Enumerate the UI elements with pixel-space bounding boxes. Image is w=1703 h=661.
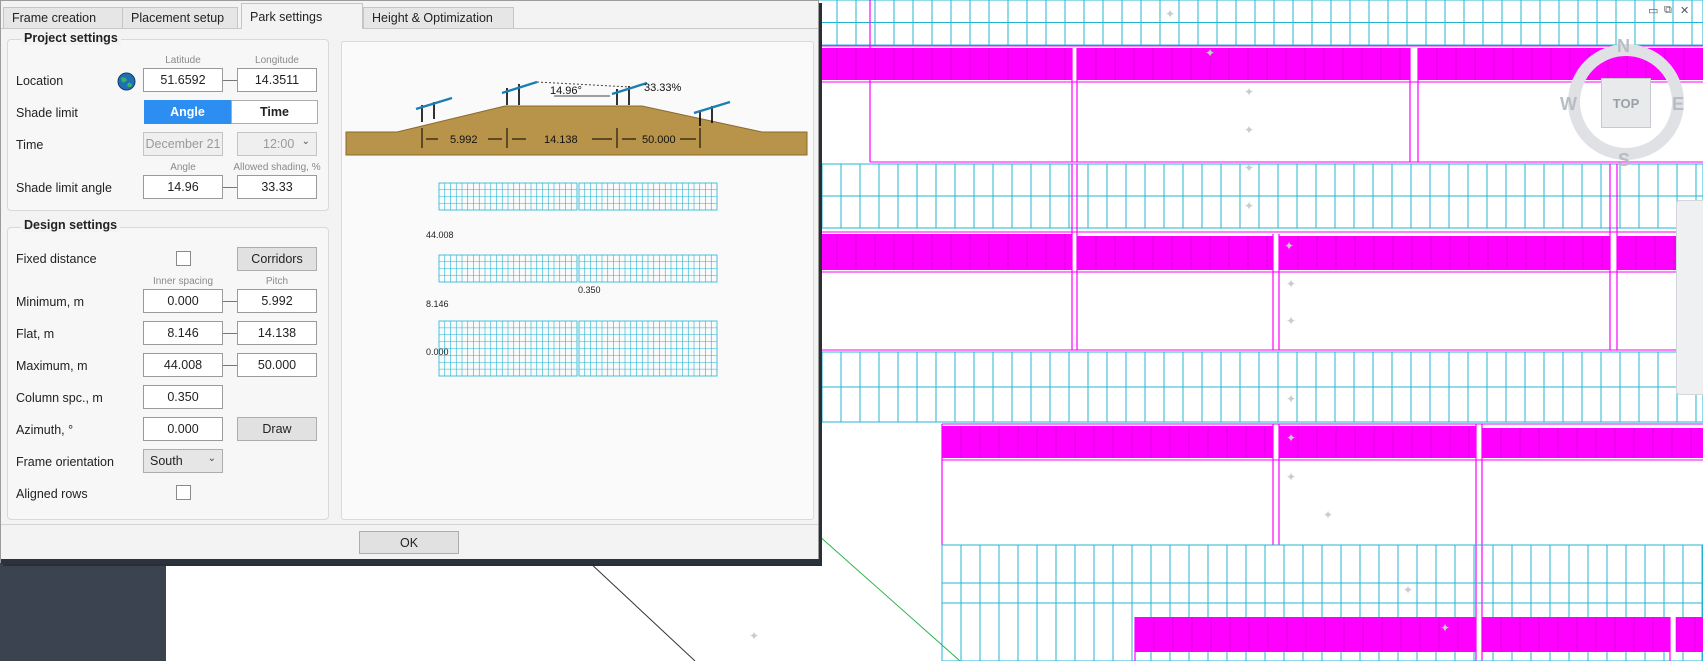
longitude-caption: Longitude bbox=[255, 55, 299, 66]
ok-button[interactable]: OK bbox=[359, 531, 459, 554]
azimuth-input[interactable]: 0.000 bbox=[143, 417, 223, 441]
viewcube-west[interactable]: W bbox=[1560, 94, 1577, 115]
tab-strip: Frame creation Placement setup Park sett… bbox=[1, 1, 818, 29]
separator bbox=[223, 80, 237, 81]
inner-spacing-caption: Inner spacing bbox=[152, 276, 214, 287]
angle-annotation: 14.96° bbox=[550, 85, 582, 97]
shade-angle-input[interactable]: 14.96 bbox=[143, 175, 223, 199]
svg-text:✦: ✦ bbox=[1284, 239, 1294, 253]
column-spacing-input[interactable]: 0.350 bbox=[143, 385, 223, 409]
svg-text:✦: ✦ bbox=[1286, 277, 1296, 291]
dimension-3: 50.000 bbox=[642, 134, 676, 146]
column-spacing-label: Column spc., m bbox=[16, 391, 103, 405]
viewcube-south[interactable]: S bbox=[1618, 150, 1630, 171]
shade-angle-toggle[interactable]: Angle bbox=[144, 100, 231, 124]
time-value: 12:00 bbox=[263, 137, 295, 151]
svg-text:✦: ✦ bbox=[1244, 85, 1254, 99]
max-pitch-input[interactable]: 50.000 bbox=[237, 353, 317, 377]
dialog-footer: OK bbox=[1, 524, 818, 559]
date-input[interactable]: December 21 bbox=[143, 132, 223, 156]
allowed-shading-input[interactable]: 33.33 bbox=[237, 175, 317, 199]
svg-text:✦: ✦ bbox=[1244, 123, 1254, 137]
project-settings-title: Project settings bbox=[21, 31, 121, 45]
svg-text:✦: ✦ bbox=[1323, 508, 1333, 522]
svg-text:✦: ✦ bbox=[1244, 199, 1254, 213]
svg-text:✦: ✦ bbox=[1286, 431, 1296, 445]
time-select[interactable]: 12:00 ⌄ bbox=[237, 132, 317, 156]
viewcube-east[interactable]: E bbox=[1672, 94, 1684, 115]
percent-annotation: 33.33% bbox=[644, 82, 682, 94]
restore-icon[interactable]: ⧉ bbox=[1664, 4, 1672, 17]
row-spacing-label-3: 8.146 bbox=[426, 299, 449, 309]
dimension-2: 14.138 bbox=[544, 134, 578, 146]
design-settings-title: Design settings bbox=[21, 218, 121, 232]
location-label: Location bbox=[16, 74, 64, 88]
viewcube-top[interactable]: TOP bbox=[1601, 78, 1651, 128]
max-inner-input[interactable]: 44.008 bbox=[143, 353, 223, 377]
globe-icon[interactable] bbox=[117, 72, 136, 91]
draw-button[interactable]: Draw bbox=[237, 417, 317, 441]
svg-text:✦: ✦ bbox=[749, 629, 759, 643]
min-inner-input[interactable]: 0.000 bbox=[143, 289, 223, 313]
park-settings-dialog: Frame creation Placement setup Park sett… bbox=[0, 0, 820, 564]
minimize-icon[interactable]: ▭ bbox=[1648, 4, 1658, 17]
corridors-button[interactable]: Corridors bbox=[237, 247, 317, 271]
shade-limit-angle-label: Shade limit angle bbox=[16, 181, 112, 195]
svg-text:✦: ✦ bbox=[1205, 46, 1215, 60]
terrain-shape bbox=[345, 105, 808, 156]
minimum-label: Minimum, m bbox=[16, 295, 85, 309]
pitch-caption: Pitch bbox=[265, 276, 289, 287]
shade-limit-label: Shade limit bbox=[16, 106, 78, 120]
allowed-shading-caption: Allowed shading, % bbox=[233, 162, 321, 173]
separator bbox=[223, 365, 237, 366]
angle-caption: Angle bbox=[170, 162, 196, 173]
row-spacing-label-2: 0.350 bbox=[578, 285, 601, 295]
frame-orientation-select[interactable]: South ⌄ bbox=[143, 449, 223, 473]
svg-text:✦: ✦ bbox=[1286, 470, 1296, 484]
flat-inner-input[interactable]: 8.146 bbox=[143, 321, 223, 345]
min-pitch-input[interactable]: 5.992 bbox=[237, 289, 317, 313]
chevron-down-icon: ⌄ bbox=[207, 453, 216, 464]
tab-frame-creation[interactable]: Frame creation bbox=[3, 7, 123, 28]
tab-park-settings[interactable]: Park settings bbox=[241, 3, 363, 29]
viewcube-north[interactable]: N bbox=[1617, 36, 1630, 57]
tab-placement-setup[interactable]: Placement setup bbox=[122, 7, 238, 28]
fixed-distance-label: Fixed distance bbox=[16, 252, 97, 266]
separator bbox=[223, 301, 237, 302]
svg-text:✦: ✦ bbox=[1165, 7, 1175, 21]
maximum-label: Maximum, m bbox=[16, 359, 88, 373]
svg-text:✦: ✦ bbox=[1286, 314, 1296, 328]
frame-orientation-value: South bbox=[150, 454, 183, 468]
preview-panel: 14.96° 33.33% 5.992 14.138 50.000 44.008… bbox=[341, 41, 814, 520]
latitude-caption: Latitude bbox=[165, 55, 201, 66]
fixed-distance-checkbox[interactable] bbox=[176, 251, 191, 266]
tab-height-optimization[interactable]: Height & Optimization bbox=[363, 7, 514, 28]
close-icon[interactable]: ✕ bbox=[1680, 4, 1689, 17]
longitude-input[interactable]: 14.3511 bbox=[237, 68, 317, 92]
svg-text:✦: ✦ bbox=[1286, 392, 1296, 406]
flat-label: Flat, m bbox=[16, 327, 55, 341]
svg-text:✦: ✦ bbox=[1440, 621, 1450, 635]
terrain-preview-diagram: 14.96° 33.33% 5.992 14.138 50.000 44.008… bbox=[345, 80, 808, 377]
row-spacing-label-1: 44.008 bbox=[426, 230, 454, 240]
separator bbox=[223, 333, 237, 334]
frame-orientation-label: Frame orientation bbox=[16, 455, 114, 469]
aligned-rows-label: Aligned rows bbox=[16, 487, 88, 501]
svg-text:✦: ✦ bbox=[1403, 583, 1413, 597]
aligned-rows-checkbox[interactable] bbox=[176, 485, 191, 500]
flat-pitch-input[interactable]: 14.138 bbox=[237, 321, 317, 345]
table-rows-preview bbox=[438, 182, 718, 377]
row-spacing-label-4: 0.000 bbox=[426, 347, 449, 357]
latitude-input[interactable]: 51.6592 bbox=[143, 68, 223, 92]
separator bbox=[223, 187, 237, 188]
azimuth-label: Azimuth, ° bbox=[16, 423, 74, 437]
svg-text:✦: ✦ bbox=[1244, 161, 1254, 175]
dimension-1: 5.992 bbox=[450, 134, 478, 146]
shade-time-toggle[interactable]: Time bbox=[231, 100, 318, 124]
time-label: Time bbox=[16, 138, 44, 152]
navigation-bar[interactable] bbox=[1676, 200, 1703, 395]
chevron-down-icon: ⌄ bbox=[301, 136, 310, 147]
